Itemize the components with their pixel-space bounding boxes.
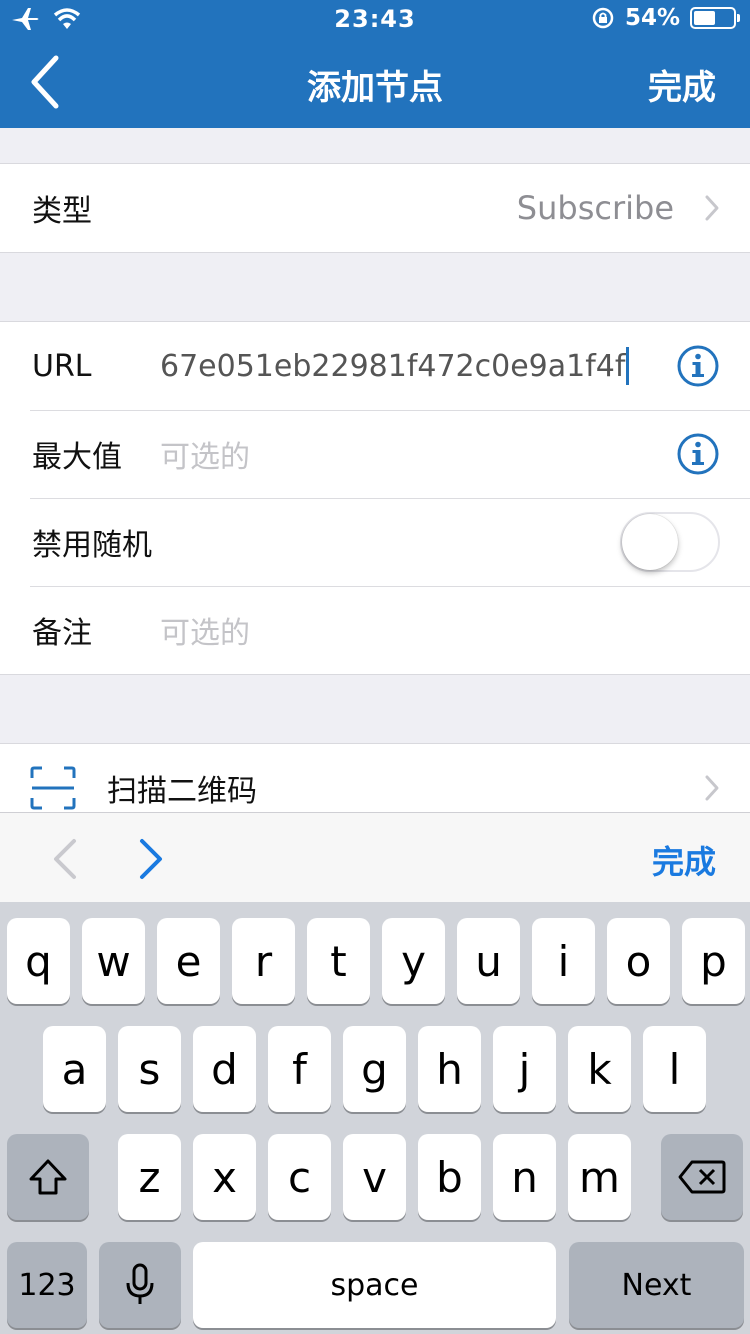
key-e[interactable]: e [157,918,220,1004]
key-b[interactable]: b [418,1134,481,1220]
key-f[interactable]: f [268,1026,331,1112]
toggle-knob [622,514,678,570]
microphone-icon [126,1263,154,1304]
done-button[interactable]: 完成 [648,60,716,109]
key-s[interactable]: s [118,1026,181,1112]
key-g[interactable]: g [343,1026,406,1112]
url-info-icon[interactable] [676,344,720,388]
max-label: 最大值 [32,440,122,475]
keyboard: 123 space Next qwertyuiop asdfghjkl zxcvbn… [0,902,750,1334]
text-caret [626,347,630,385]
key-h[interactable]: h [418,1026,481,1112]
scan-group: 扫描二维码 [0,743,750,813]
url-input[interactable]: 67e051eb22981f472c0e9a1f4f [160,347,630,385]
key-t[interactable]: t [307,918,370,1004]
key-u[interactable]: u [457,918,520,1004]
scan-row[interactable]: 扫描二维码 [0,744,750,813]
key-m[interactable]: m [568,1134,631,1220]
url-row[interactable]: URL 67e051eb22981f472c0e9a1f4f [0,322,750,410]
key-y[interactable]: y [382,918,445,1004]
key-k[interactable]: k [568,1026,631,1112]
type-value: Subscribe [516,189,674,227]
delete-key[interactable] [661,1134,743,1220]
key-d[interactable]: d [193,1026,256,1112]
status-bar: 23:43 54% [0,0,750,40]
rotation-lock-icon [592,7,614,29]
shift-icon [29,1159,67,1195]
next-field-icon[interactable] [136,837,166,881]
space-key[interactable]: space [193,1242,556,1328]
chevron-right-icon [705,775,719,801]
type-row[interactable]: 类型 Subscribe [0,164,750,252]
key-n[interactable]: n [493,1134,556,1220]
key-o[interactable]: o [607,918,670,1004]
disable-random-row: 禁用随机 [0,498,750,586]
key-j[interactable]: j [493,1026,556,1112]
battery-icon [690,7,740,29]
next-key[interactable]: Next [569,1242,744,1328]
key-l[interactable]: l [643,1026,706,1112]
max-info-icon[interactable] [676,432,720,476]
type-label: 类型 [32,194,92,229]
max-row[interactable]: 最大值 可选的 [0,410,750,498]
dictation-key[interactable] [99,1242,181,1328]
key-x[interactable]: x [193,1134,256,1220]
note-row[interactable]: 备注 可选的 [0,586,750,674]
key-v[interactable]: v [343,1134,406,1220]
key-c[interactable]: c [268,1134,331,1220]
page-title: 添加节点 [307,68,443,108]
form-group: URL 67e051eb22981f472c0e9a1f4f 最大值 可选的 禁… [0,321,750,675]
key-a[interactable]: a [43,1026,106,1112]
key-r[interactable]: r [232,918,295,1004]
back-button[interactable] [26,52,76,116]
disable-random-toggle[interactable] [620,512,720,572]
key-p[interactable]: p [682,918,745,1004]
max-input[interactable]: 可选的 [160,432,250,476]
key-z[interactable]: z [118,1134,181,1220]
type-group: 类型 Subscribe [0,163,750,253]
chevron-left-icon [31,55,59,109]
key-i[interactable]: i [532,918,595,1004]
keyboard-accessory-bar: 完成 [0,812,750,902]
top-bar: 23:43 54% 添加节点 完成 [0,0,750,128]
accessory-done-button[interactable]: 完成 [652,837,716,883]
status-right: 54% [591,5,740,31]
url-input-text: 67e051eb22981f472c0e9a1f4f [160,348,626,384]
previous-field-icon [54,839,76,879]
chevron-right-icon [705,195,719,221]
note-label: 备注 [32,616,92,651]
shift-key[interactable] [7,1134,89,1220]
key-w[interactable]: w [82,918,145,1004]
backspace-icon [678,1160,726,1194]
battery-percent: 54% [624,5,680,31]
url-label: URL [32,348,92,384]
key-q[interactable]: q [7,918,70,1004]
scan-label: 扫描二维码 [107,774,257,809]
note-input[interactable]: 可选的 [160,608,250,652]
battery-fill [694,11,715,25]
qr-scan-icon [30,766,76,810]
disable-random-label: 禁用随机 [32,528,152,563]
numbers-key[interactable]: 123 [7,1242,87,1328]
